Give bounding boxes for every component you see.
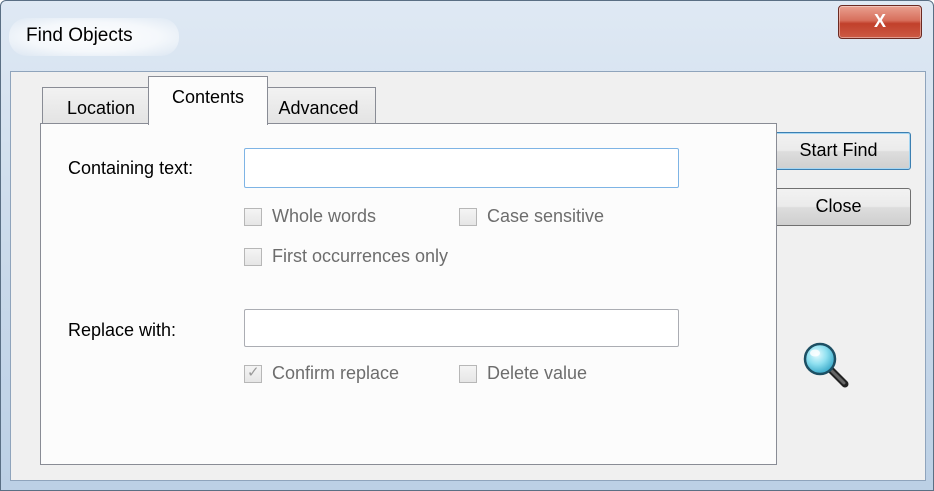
window-title: Find Objects [26, 25, 133, 46]
confirm-replace-box[interactable]: ✓ [244, 364, 262, 383]
close-button[interactable]: Close [766, 188, 911, 226]
first-occurrences-label: First occurrences only [272, 246, 449, 266]
containing-text-field[interactable] [244, 148, 679, 188]
close-window-button[interactable]: X [838, 5, 922, 39]
replace-with-label: Replace with: [68, 320, 177, 340]
contents-tab-panel: Containing text: Whole words Case sensit… [40, 123, 777, 465]
start-find-button[interactable]: Start Find [766, 132, 911, 170]
find-objects-window: Find Objects X Location Advanced Content… [0, 0, 934, 491]
confirm-replace-label: Confirm replace [272, 363, 400, 383]
delete-value-label: Delete value [487, 363, 588, 383]
dialog-client-area: Location Advanced Contents Containing te… [10, 71, 926, 481]
containing-text-label: Containing text: [68, 158, 194, 178]
magnifier-icon [803, 342, 849, 388]
containing-text-input[interactable] [245, 149, 678, 187]
case-sensitive-label: Case sensitive [487, 206, 605, 226]
title-bar[interactable]: Find Objects X [1, 1, 933, 71]
tab-advanced[interactable]: Advanced [261, 87, 376, 124]
tab-location[interactable]: Location [42, 87, 160, 124]
delete-value-box[interactable] [459, 365, 477, 383]
whole-words-label: Whole words [272, 206, 377, 226]
tab-contents[interactable]: Contents [148, 76, 268, 125]
replace-with-input[interactable] [245, 310, 678, 346]
whole-words-box[interactable] [244, 208, 262, 226]
replace-with-field[interactable] [244, 309, 679, 347]
checkmark-icon: ✓ [247, 364, 260, 381]
close-icon: X [873, 11, 886, 31]
case-sensitive-box[interactable] [459, 208, 477, 226]
first-occurrences-box[interactable] [244, 248, 262, 266]
